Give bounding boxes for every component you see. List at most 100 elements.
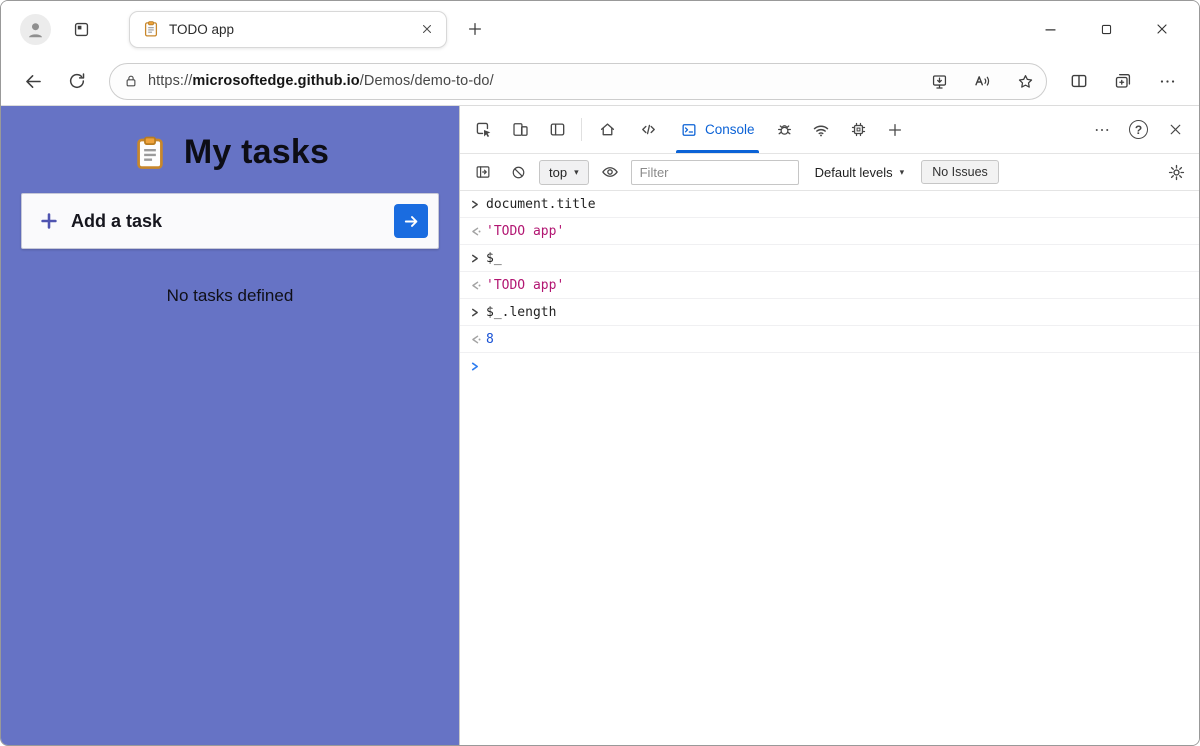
- split-screen-button[interactable]: [1059, 62, 1099, 100]
- tab-strip: TODO app: [1, 1, 1199, 57]
- bug-icon: [777, 125, 791, 135]
- devtools-panel: Console ? top ▾ Filter Default levels ▾ …: [459, 106, 1199, 745]
- clear-console-button[interactable]: [504, 158, 532, 186]
- console-toolbar: top ▾ Default levels ▾ No Issues: [460, 154, 1199, 191]
- refresh-icon: [69, 73, 85, 89]
- console-settings-button[interactable]: [1162, 158, 1190, 186]
- debugger-button[interactable]: [766, 106, 803, 153]
- tab-welcome[interactable]: [587, 106, 628, 153]
- add-plus-icon: [38, 210, 60, 232]
- chevron-down-icon: ▾: [574, 166, 579, 177]
- console-result-arrow-icon: [470, 334, 486, 345]
- dock-panel-icon: [550, 123, 565, 136]
- app-install-icon: [932, 74, 946, 89]
- window-close-button[interactable]: [1141, 12, 1183, 46]
- back-button[interactable]: [13, 62, 53, 100]
- console-row: $_.length: [460, 299, 1199, 326]
- tab-elements[interactable]: [628, 106, 669, 153]
- tab-favicon-icon: [144, 21, 158, 37]
- context-label: top: [549, 164, 568, 180]
- performance-button[interactable]: [840, 106, 877, 153]
- collections-button[interactable]: [1103, 62, 1143, 100]
- collections-icon: [1115, 74, 1131, 88]
- console-row: document.title: [460, 191, 1199, 218]
- browser-menu-button[interactable]: [1147, 62, 1187, 100]
- content-area: My tasks Add a task No tasks defined Con…: [1, 105, 1199, 745]
- close-icon: [422, 24, 431, 34]
- console-sidebar-icon: [476, 166, 490, 178]
- console-row: $_: [460, 245, 1199, 272]
- browser-tab[interactable]: TODO app: [129, 10, 447, 48]
- console-command-text: $_: [486, 251, 502, 266]
- device-emulation-button[interactable]: [502, 106, 539, 153]
- star-icon: [1018, 74, 1032, 88]
- console-filter-input[interactable]: [630, 159, 799, 185]
- console-row: 'TODO app': [460, 272, 1199, 299]
- arrow-right-icon: [404, 215, 417, 227]
- add-task-field[interactable]: Add a task: [21, 193, 439, 249]
- refresh-button[interactable]: [57, 62, 97, 100]
- plus-icon: [888, 123, 902, 136]
- console-input-chevron-icon: [470, 199, 486, 210]
- console-sidebar-button[interactable]: [469, 158, 497, 186]
- console-input-chevron-icon: [470, 253, 486, 264]
- home-icon: [600, 123, 615, 136]
- profile-button[interactable]: [17, 11, 53, 47]
- app-header: My tasks: [1, 133, 459, 172]
- console-result-arrow-icon: [470, 280, 486, 291]
- avatar: [19, 13, 51, 45]
- read-aloud-button[interactable]: [965, 64, 999, 98]
- console-result-number: 8: [486, 332, 494, 347]
- gear-icon: [1168, 164, 1184, 180]
- tab-console[interactable]: Console: [669, 106, 766, 153]
- issues-badge[interactable]: No Issues: [921, 160, 999, 184]
- new-tab-button[interactable]: [457, 11, 493, 47]
- dock-side-button[interactable]: [539, 106, 576, 153]
- tab-actions-button[interactable]: [63, 11, 99, 47]
- app-install-button[interactable]: [922, 64, 956, 98]
- maximize-icon: [1101, 24, 1111, 34]
- console-row: 'TODO app': [460, 218, 1199, 245]
- console-command-text: document.title: [486, 197, 596, 212]
- wifi-icon: [813, 125, 829, 136]
- console-prompt[interactable]: [460, 353, 1199, 375]
- url-scheme: https://: [148, 73, 193, 89]
- devtools-menu-button[interactable]: [1083, 106, 1120, 153]
- back-arrow-icon: [25, 74, 41, 88]
- tab-title: TODO app: [169, 21, 235, 37]
- clipboard-icon: [137, 136, 163, 169]
- log-levels-dropdown[interactable]: Default levels ▾: [811, 165, 909, 180]
- plus-icon: [468, 22, 482, 36]
- url-host: microsoftedge.github.io: [192, 73, 360, 89]
- page-title: My tasks: [183, 133, 330, 171]
- profile-avatar-icon: [28, 22, 42, 37]
- todo-app-page: My tasks Add a task No tasks defined: [1, 106, 459, 745]
- split-screen-icon: [1071, 74, 1087, 88]
- javascript-context-dropdown[interactable]: top ▾: [539, 159, 589, 185]
- tab-console-label: Console: [705, 122, 755, 137]
- devtools-help-button[interactable]: ?: [1120, 106, 1157, 153]
- minimize-button[interactable]: [1029, 12, 1071, 46]
- address-bar[interactable]: https://microsoftedge.github.io/Demos/de…: [109, 62, 1047, 100]
- devtools-close-button[interactable]: [1157, 106, 1194, 153]
- chevron-down-icon: ▾: [899, 166, 905, 177]
- live-expression-button[interactable]: [596, 158, 624, 186]
- console-command-text: $_.length: [486, 305, 557, 320]
- clear-console-icon: [512, 166, 524, 178]
- more-tools-button[interactable]: [877, 106, 914, 153]
- add-task-submit-button[interactable]: [394, 204, 428, 238]
- browser-window: TODO app https://microsoftedge.github.io…: [0, 0, 1200, 746]
- network-conditions-button[interactable]: [803, 106, 840, 153]
- inspect-element-button[interactable]: [465, 106, 502, 153]
- eye-icon: [601, 167, 618, 177]
- read-aloud-icon: [975, 76, 990, 86]
- console-log[interactable]: document.title 'TODO app' $_ 'TODO app' …: [460, 191, 1199, 745]
- toolbar-separator: [581, 118, 582, 141]
- empty-tasks-message: No tasks defined: [166, 286, 294, 305]
- inspect-cursor-icon: [476, 122, 491, 138]
- favorites-star-button[interactable]: [1008, 64, 1042, 98]
- url-text: https://microsoftedge.github.io/Demos/de…: [148, 73, 913, 89]
- tab-close-button[interactable]: [414, 17, 439, 42]
- maximize-button[interactable]: [1085, 12, 1127, 46]
- console-terminal-icon: [682, 123, 696, 136]
